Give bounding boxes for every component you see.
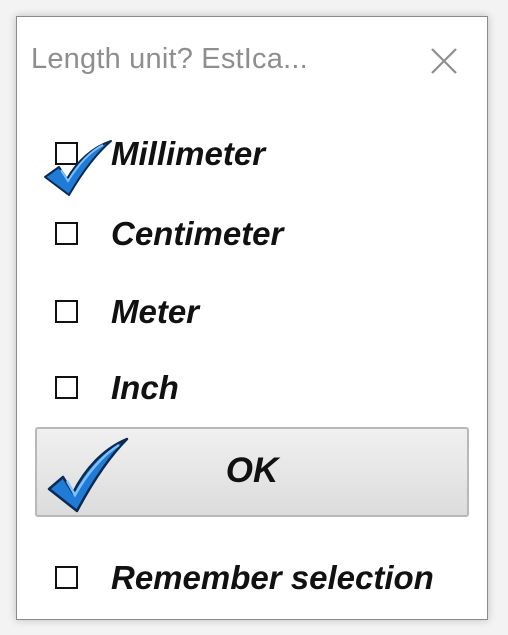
checkbox-inch[interactable] [55, 376, 78, 399]
option-label-millimeter: Millimeter [111, 135, 266, 172]
checkbox-centimeter[interactable] [55, 222, 78, 245]
ok-button-label: OK [225, 451, 279, 490]
remember-selection[interactable]: Remember selection [55, 559, 475, 601]
option-millimeter[interactable]: Millimeter [55, 135, 475, 175]
option-centimeter[interactable]: Centimeter [55, 215, 475, 255]
option-label-centimeter: Centimeter [111, 215, 284, 252]
ok-button[interactable]: OK [35, 427, 469, 517]
checkbox-meter[interactable] [55, 300, 78, 323]
remember-label: Remember selection [111, 559, 434, 596]
option-inch[interactable]: Inch [55, 369, 475, 409]
dialog-title: Length unit? EstIca... [31, 43, 308, 75]
option-label-meter: Meter [111, 293, 200, 330]
checkmark-icon [44, 140, 112, 196]
length-unit-dialog: Length unit? EstIca... Millimeter Centim… [16, 16, 488, 620]
option-label-inch: Inch [111, 369, 179, 406]
close-icon[interactable] [422, 39, 466, 83]
checkbox-remember[interactable] [55, 566, 78, 589]
option-meter[interactable]: Meter [55, 293, 475, 333]
